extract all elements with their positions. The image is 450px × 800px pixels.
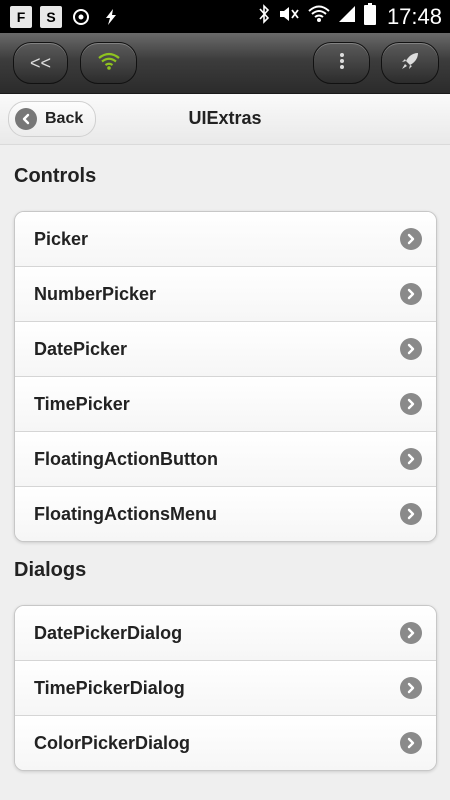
nav-back-label: << — [29, 52, 52, 73]
wifi-icon — [97, 51, 121, 76]
list-item-datepickerdialog[interactable]: DatePickerDialog — [15, 606, 436, 661]
chevron-right-icon — [400, 283, 422, 305]
list-item-label: DatePickerDialog — [34, 622, 183, 643]
list-item-picker[interactable]: Picker — [15, 212, 436, 267]
list-item-timepicker[interactable]: TimePicker — [15, 377, 436, 432]
list-item-colorpickerdialog[interactable]: ColorPickerDialog — [15, 716, 436, 770]
page-header: Back UIExtras — [0, 94, 450, 145]
more-vert-icon — [339, 52, 345, 75]
list-item-label: DatePicker — [34, 338, 128, 359]
mute-icon — [277, 4, 301, 29]
wifi-icon — [308, 4, 330, 29]
list-item-label: Picker — [34, 228, 89, 249]
status-bar: F S 17:48 — [0, 0, 450, 33]
s-app-icon: S — [40, 6, 62, 28]
list-item-label: ColorPickerDialog — [34, 732, 191, 753]
list-item-label: FloatingActionsMenu — [34, 503, 217, 524]
flash-icon — [100, 6, 122, 28]
system-icons: 17:48 — [258, 0, 442, 33]
menu-button[interactable] — [313, 42, 370, 84]
list-item-label: TimePicker — [34, 393, 130, 414]
list-item-datepicker[interactable]: DatePicker — [15, 322, 436, 377]
chevron-right-icon — [400, 503, 422, 525]
rocket-icon — [400, 51, 420, 76]
list-item-label: NumberPicker — [34, 283, 157, 304]
list-item-floatingactionsmenu[interactable]: FloatingActionsMenu — [15, 487, 436, 541]
nav-back-button[interactable]: << — [13, 42, 68, 84]
list-item-label: FloatingActionButton — [34, 448, 218, 469]
chevron-right-icon — [400, 622, 422, 644]
launch-button[interactable] — [381, 42, 439, 84]
chevron-right-icon — [400, 393, 422, 415]
bluetooth-icon — [258, 4, 270, 29]
app-toolbar: << — [0, 33, 450, 94]
chevron-right-icon — [400, 732, 422, 754]
list-item-floatingactionbutton[interactable]: FloatingActionButton — [15, 432, 436, 487]
list-item-numberpicker[interactable]: NumberPicker — [15, 267, 436, 322]
list-item-label: TimePickerDialog — [34, 677, 185, 698]
page-title: UIExtras — [188, 108, 262, 128]
wifi-button[interactable] — [80, 42, 137, 84]
chevron-right-icon — [400, 677, 422, 699]
chevron-right-icon — [400, 448, 422, 470]
clock: 17:48 — [386, 3, 442, 29]
signal-icon — [337, 4, 357, 29]
sync-icon — [70, 6, 92, 28]
notification-icons: F S — [10, 6, 122, 28]
section-title-controls: Controls — [14, 165, 97, 187]
section-title-dialogs: Dialogs — [14, 559, 87, 581]
list-item-timepickerdialog[interactable]: TimePickerDialog — [15, 661, 436, 716]
controls-list: Picker NumberPicker DatePicker TimePicke… — [14, 211, 437, 542]
dialogs-list: DatePickerDialog TimePickerDialog ColorP… — [14, 605, 437, 771]
flipboard-icon: F — [10, 6, 32, 28]
chevron-right-icon — [400, 338, 422, 360]
chevron-right-icon — [400, 228, 422, 250]
battery-icon — [363, 3, 376, 30]
